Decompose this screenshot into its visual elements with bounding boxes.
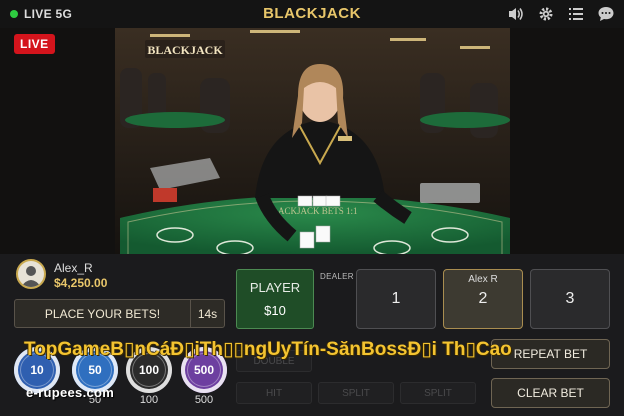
- player-label: PLAYER: [249, 280, 301, 295]
- menu-icon[interactable]: [566, 5, 586, 23]
- chip-value: 100: [138, 363, 160, 377]
- chip-value: 500: [193, 363, 215, 377]
- player-bet-value: $10: [264, 303, 286, 318]
- seat-number: 2: [478, 290, 488, 307]
- gear-icon[interactable]: [536, 5, 556, 23]
- chip-10[interactable]: 10: [14, 347, 60, 393]
- repeat-bet-button[interactable]: REPEAT BET: [491, 339, 610, 369]
- bet-status-bar: PLACE YOUR BETS! 14s: [14, 299, 225, 328]
- seat-number: 3: [565, 290, 575, 307]
- place-bets-label: PLACE YOUR BETS!: [44, 306, 161, 321]
- chip-100[interactable]: 100: [126, 347, 172, 393]
- clear-bet-button[interactable]: CLEAR BET: [491, 378, 610, 408]
- chat-icon[interactable]: [596, 5, 616, 23]
- chip-value: 50: [88, 363, 102, 377]
- live-video-feed: BLACKJACK BLACKJACK BETS 1:1 LIVE: [0, 28, 624, 254]
- chip-label: 100: [139, 394, 159, 406]
- casino-sign: BLACKJACK: [147, 43, 223, 57]
- chip-50[interactable]: 50: [72, 347, 118, 393]
- split-button[interactable]: SPLIT: [318, 382, 394, 404]
- bet-timer: 14s: [190, 300, 224, 327]
- user-name: Alex_R: [54, 261, 93, 275]
- split-button-2[interactable]: SPLIT: [400, 382, 476, 404]
- top-bar: LIVE 5G BLACKJACK: [0, 0, 624, 28]
- live-badge: LIVE: [14, 34, 55, 54]
- chip-500[interactable]: 500: [181, 347, 227, 393]
- user-avatar: [16, 259, 46, 289]
- seat-number: 1: [391, 290, 401, 307]
- seat-1[interactable]: 1: [356, 269, 436, 329]
- hit-button[interactable]: HIT: [236, 382, 312, 404]
- volume-icon[interactable]: [506, 5, 526, 23]
- top-icons: [506, 5, 616, 23]
- double-button[interactable]: DOUBLE: [236, 350, 312, 372]
- user-balance: $4,250.00: [54, 276, 108, 290]
- casino-scene: BLACKJACK BLACKJACK BETS 1:1: [0, 28, 624, 254]
- player-bet-box[interactable]: PLAYER $10: [236, 269, 314, 329]
- chip-label: 500: [194, 394, 214, 406]
- chip-label: 50: [88, 394, 102, 406]
- seat-player-name: Alex R: [468, 274, 498, 285]
- dealer-label: DEALER: [320, 272, 354, 281]
- seat-3[interactable]: 3: [530, 269, 610, 329]
- chip-value: 10: [30, 363, 44, 377]
- seat-2[interactable]: Alex R 2: [443, 269, 523, 329]
